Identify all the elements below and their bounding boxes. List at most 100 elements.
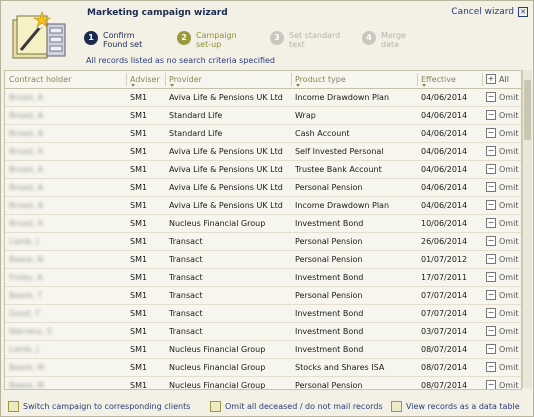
omit-button[interactable]: − Omit — [486, 218, 518, 228]
adviser-cell: SM1 — [130, 363, 148, 372]
omit-label: Omit — [499, 92, 519, 102]
table-row[interactable]: Broad, A SM1 Aviva Life & Pensions UK Ltd T… — [5, 161, 521, 179]
provider-cell: Aviva Life & Pensions UK Ltd — [169, 147, 283, 156]
omit-button[interactable]: − Omit — [486, 290, 518, 300]
cancel-wizard-label: Cancel wizard — [451, 7, 514, 17]
omit-button[interactable]: − Omit — [486, 380, 519, 390]
table-row[interactable]: Broad, A SM1 Aviva Life & Pensions UK Ltd I… — [5, 89, 521, 107]
wizard-step-1[interactable]: 1 Confirm Found set — [84, 31, 142, 49]
wizard-logo-icon — [12, 11, 66, 59]
adviser-cell: SM1 — [130, 255, 148, 264]
table-row[interactable]: Beare, M SM1 Nucleus Financial Group Stocks… — [5, 359, 521, 377]
effective-date-cell: 08/07/2014 — [421, 363, 468, 372]
effective-date-cell: 04/06/2014 — [421, 183, 468, 192]
vertical-scrollbar[interactable] — [522, 70, 532, 388]
omit-label: Omit — [499, 380, 519, 390]
omit-button[interactable]: − Omit — [486, 236, 518, 246]
table-row[interactable]: Good, T SM1 Transact Investment Bond 07/07/2… — [5, 305, 521, 323]
column-header-effective[interactable]: Effective — [421, 75, 456, 84]
contract-holder-cell: Lamb, J — [9, 345, 39, 354]
adviser-cell: SM1 — [130, 309, 148, 318]
column-header-product-type[interactable]: Product type — [295, 75, 346, 84]
omit-button[interactable]: − Omit — [486, 164, 518, 174]
omit-label: Omit — [499, 290, 519, 300]
minus-icon: − — [486, 326, 496, 336]
adviser-cell: SM1 — [130, 111, 148, 120]
product-type-cell: Investment Bond — [295, 219, 364, 228]
omit-label: Omit — [499, 164, 519, 174]
omit-button[interactable]: − Omit — [486, 92, 518, 102]
table-row[interactable]: Broad, A SM1 Standard Life Wrap 04/06/2014 − O… — [5, 107, 521, 125]
omit-label: Omit — [499, 128, 519, 138]
minus-icon: − — [486, 128, 496, 138]
sort-arrow-icon — [296, 84, 300, 87]
table-row[interactable]: Broad, A SM1 Aviva Life & Pensions UK Ltd S… — [5, 143, 521, 161]
table-row[interactable]: Broad, A SM1 Nucleus Financial Group Invest… — [5, 215, 521, 233]
effective-date-cell: 07/07/2014 — [421, 309, 468, 318]
switch-campaign-link[interactable]: Switch campaign to corresponding clients — [8, 401, 190, 412]
provider-cell: Aviva Life & Pensions UK Ltd — [169, 183, 283, 192]
wizard-step-2[interactable]: 2 Campaign set-up — [177, 31, 237, 49]
omit-button[interactable]: − Omit — [486, 146, 518, 156]
table-row[interactable]: Broad, A SM1 Aviva Life & Pensions UK Ltd P… — [5, 179, 521, 197]
table-row[interactable]: Broad, A SM1 Standard Life Cash Account 04/0… — [5, 125, 521, 143]
omit-button[interactable]: − Omit — [486, 128, 518, 138]
adviser-cell: SM1 — [130, 345, 148, 354]
omit-button[interactable]: − Omit — [486, 326, 518, 336]
wizard-step-4: 4 Merge data — [362, 31, 406, 49]
provider-cell: Transact — [169, 255, 203, 264]
table-row[interactable]: Broad, A SM1 Aviva Life & Pensions UK Ltd I… — [5, 197, 521, 215]
adviser-cell: SM1 — [130, 201, 148, 210]
omit-button[interactable]: − Omit — [486, 272, 518, 282]
column-header-provider[interactable]: Provider — [169, 75, 202, 84]
minus-icon: − — [486, 290, 496, 300]
table-row[interactable]: Finlay, A SM1 Transact Investment Bond 17/07… — [5, 269, 521, 287]
minus-icon: − — [486, 236, 496, 246]
table-row[interactable]: Beare, N SM1 Transact Personal Pension 01/07… — [5, 251, 521, 269]
table-row[interactable]: Beare, M SM1 Nucleus Financial Group Person… — [5, 377, 521, 390]
records-table: Contract holder Adviser Provider Product… — [4, 70, 522, 390]
include-all-button[interactable]: + All — [486, 74, 509, 84]
cancel-wizard-button[interactable]: Cancel wizard ✕ — [451, 7, 528, 17]
omit-button[interactable]: − Omit — [486, 200, 518, 210]
omit-button[interactable]: − Omit — [486, 110, 518, 120]
table-body: Broad, A SM1 Aviva Life & Pensions UK Ltd I… — [5, 89, 521, 390]
omit-button[interactable]: − Omit — [486, 182, 518, 192]
contract-holder-cell: Lamb, J — [9, 237, 39, 246]
step-label: Campaign set-up — [196, 31, 237, 49]
scrollbar-thumb[interactable] — [524, 80, 531, 140]
column-header-contract-holder[interactable]: Contract holder — [9, 75, 71, 84]
provider-cell: Transact — [169, 327, 203, 336]
omit-label: Omit — [499, 326, 519, 336]
table-row[interactable]: Beare, T SM1 Transact Personal Pension 07/07… — [5, 287, 521, 305]
contract-holder-cell: Beare, T — [9, 291, 43, 300]
omit-button[interactable]: − Omit — [486, 344, 518, 354]
table-row[interactable]: Warrens, S SM1 Transact Investment Bond 03/0… — [5, 323, 521, 341]
step-number-badge: 4 — [362, 31, 376, 45]
adviser-cell: SM1 — [130, 183, 148, 192]
view-data-table-link[interactable]: View records as a data table — [391, 401, 520, 412]
product-type-cell: Self Invested Personal — [295, 147, 384, 156]
provider-cell: Transact — [169, 291, 203, 300]
step-number-badge: 2 — [177, 31, 191, 45]
minus-icon: − — [486, 146, 496, 156]
omit-button[interactable]: − Omit — [486, 308, 518, 318]
product-type-cell: Income Drawdown Plan — [295, 201, 390, 210]
wizard-footer: Switch campaign to corresponding clients… — [0, 398, 534, 414]
product-type-cell: Stocks and Shares ISA — [295, 363, 385, 372]
step-label: Merge data — [381, 31, 406, 49]
adviser-cell: SM1 — [130, 129, 148, 138]
omit-deceased-link[interactable]: Omit all deceased / do not mail records — [210, 401, 383, 412]
effective-date-cell: 04/06/2014 — [421, 111, 468, 120]
column-header-adviser[interactable]: Adviser — [130, 75, 160, 84]
omit-button[interactable]: − Omit — [486, 362, 518, 372]
omit-button[interactable]: − Omit — [486, 254, 518, 264]
omit-label: Omit — [499, 146, 519, 156]
adviser-cell: SM1 — [130, 273, 148, 282]
adviser-cell: SM1 — [130, 147, 148, 156]
table-row[interactable]: Lamb, J SM1 Nucleus Financial Group Investm… — [5, 341, 521, 359]
provider-cell: Aviva Life & Pensions UK Ltd — [169, 201, 283, 210]
effective-date-cell: 04/06/2014 — [421, 147, 468, 156]
table-row[interactable]: Lamb, J SM1 Transact Personal Pension 26/06/… — [5, 233, 521, 251]
product-type-cell: Trustee Bank Account — [295, 165, 382, 174]
